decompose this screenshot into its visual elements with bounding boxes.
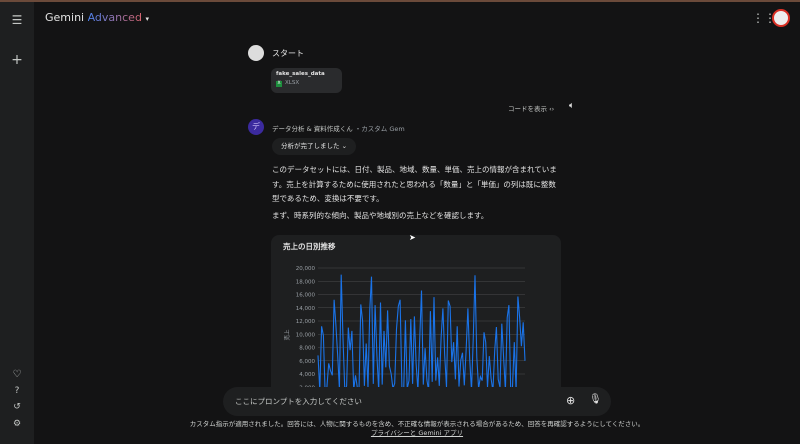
prompt-input[interactable]: ここにプロンプトを入力してください ⊕ 🎙︎: [223, 387, 611, 416]
response-paragraph: このデータセットには、日付、製品、地域、数量、単価、売上の情報が含まれています。…: [272, 165, 557, 203]
line-chart: 2,0004,0006,0008,00010,00012,00014,00016…: [283, 266, 526, 393]
status-label: 分析が完了しました: [281, 142, 340, 150]
mouse-cursor: ➤: [409, 233, 416, 242]
privacy-link-wrap: プライバシーと Gemini アプリ: [34, 429, 800, 437]
account-avatar[interactable]: [772, 9, 790, 27]
microphone-icon[interactable]: 🎙︎: [589, 394, 602, 405]
gem-title: データ分析 & 資料作成くん: [272, 125, 353, 133]
y-tick-label: 8,000: [299, 346, 315, 352]
sidebar: ☰ + ♡ ? ↺ ⚙: [0, 2, 34, 444]
add-file-icon[interactable]: ⊕: [566, 394, 575, 407]
window-top-border: [0, 0, 800, 2]
y-tick-label: 16,000: [296, 293, 316, 299]
settings-icon[interactable]: ⚙: [9, 416, 25, 432]
gem-manager-icon[interactable]: ♡: [9, 367, 25, 383]
chevron-down-icon: ⌄: [341, 142, 348, 150]
y-tick-label: 10,000: [296, 332, 316, 338]
show-code-button[interactable]: コードを表示 ‹›: [508, 103, 554, 113]
attached-file[interactable]: fake_sales_data X XLSX: [271, 68, 342, 93]
y-tick-label: 6,000: [299, 359, 315, 365]
y-tick-label: 14,000: [296, 306, 316, 312]
caret-down-icon: ▾: [145, 15, 149, 23]
model-selector[interactable]: Gemini Advanced ▾: [45, 11, 149, 24]
file-type: XLSX: [285, 80, 300, 86]
gem-avatar: デ: [248, 119, 264, 135]
y-tick-label: 20,000: [296, 266, 316, 272]
analysis-status-button[interactable]: 分析が完了しました ⌄: [272, 138, 357, 155]
activity-icon[interactable]: ↺: [9, 399, 25, 415]
gem-subtitle: ・カスタム Gem: [354, 125, 405, 133]
y-axis-label: 売上: [283, 329, 291, 341]
user-avatar: [248, 45, 264, 61]
user-message: スタート: [272, 49, 304, 58]
y-tick-label: 18,000: [296, 279, 316, 285]
file-name: fake_sales_data: [276, 71, 325, 77]
code-icon: ‹›: [549, 105, 555, 113]
sales-line: [317, 274, 526, 393]
gem-name: データ分析 & 資料作成くん ・カスタム Gem: [272, 123, 405, 133]
response-paragraph: まず、時系列的な傾向、製品や地域別の売上などを確認します。: [272, 211, 489, 220]
prompt-placeholder: ここにプロンプトを入力してください: [235, 397, 362, 406]
privacy-link[interactable]: プライバシーと Gemini アプリ: [371, 429, 463, 437]
tier-label: Advanced: [87, 11, 142, 24]
menu-icon[interactable]: ☰: [9, 12, 25, 28]
show-code-label: コードを表示: [508, 105, 547, 113]
y-tick-label: 12,000: [296, 319, 316, 325]
y-tick-label: 4,000: [299, 372, 315, 378]
new-chat-icon[interactable]: +: [9, 52, 25, 68]
chart-card: 売上の日別推移 2,0004,0006,0008,00010,00012,000…: [271, 235, 561, 395]
speaker-icon[interactable]: 🔈︎: [569, 101, 574, 111]
disclaimer-text: カスタム指示が適用されました。回答には、人物に関するものを含め、不正確な情報が表…: [189, 420, 645, 428]
brand-name: Gemini: [45, 11, 85, 24]
help-icon[interactable]: ?: [9, 383, 25, 399]
excel-icon: X: [276, 81, 282, 87]
